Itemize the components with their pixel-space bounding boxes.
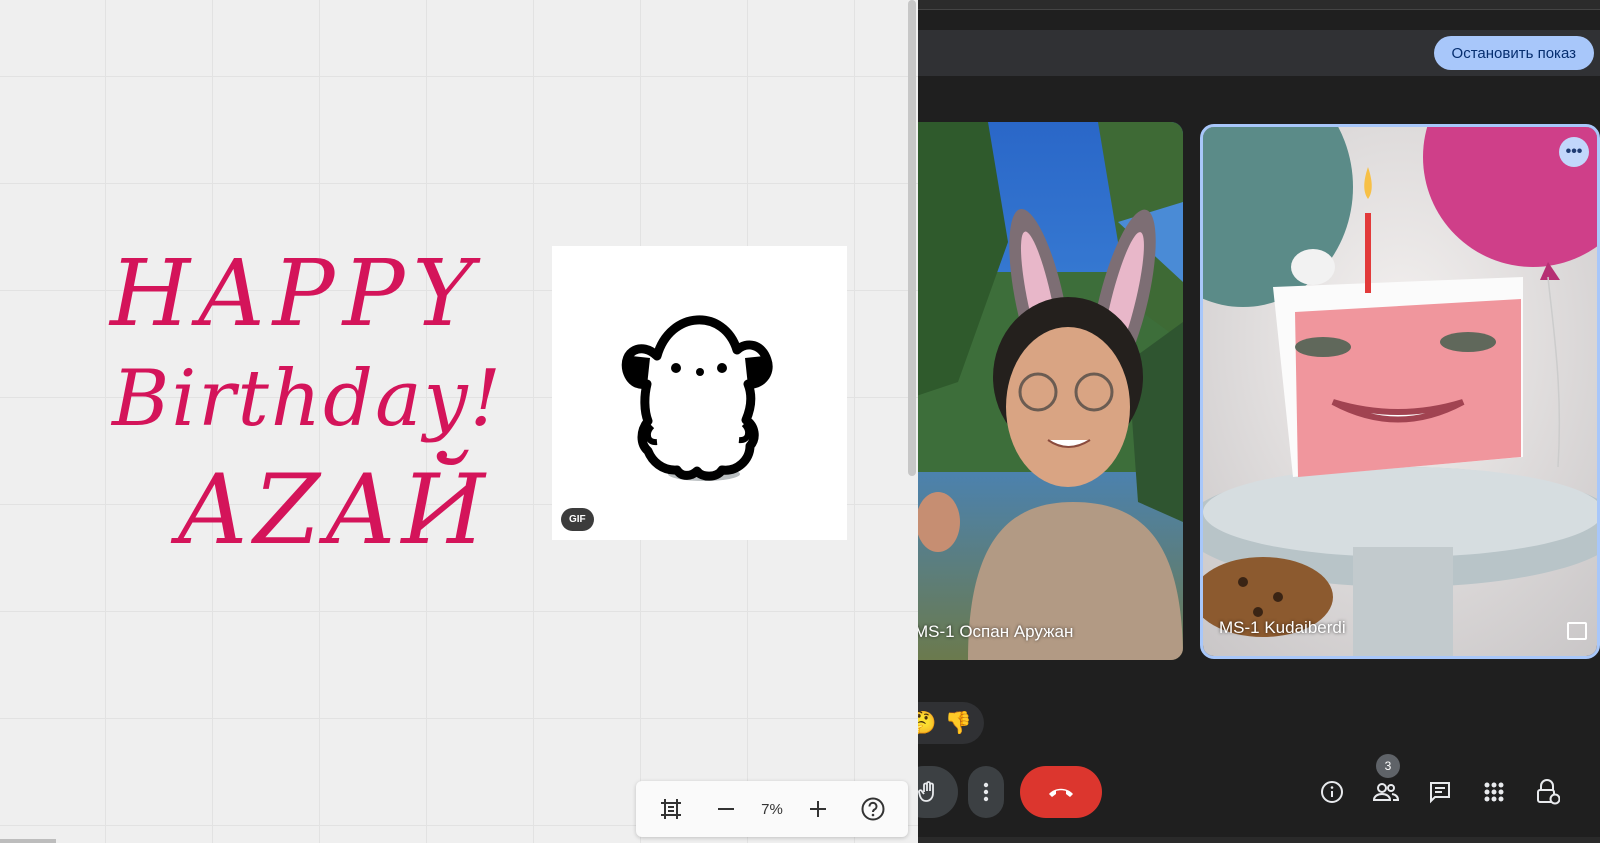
horizontal-scrollbar[interactable] [0, 839, 56, 843]
greeting-line-3: AZAЙ [170, 450, 491, 566]
screen: HAPPY Birthday! AZAЙ GIF 7% Остановить п… [0, 0, 1600, 843]
more-options-icon[interactable]: ••• [1559, 137, 1589, 167]
raise-hand-button[interactable] [918, 766, 958, 818]
frame-icon[interactable] [651, 789, 691, 829]
participant-video [1203, 127, 1597, 656]
hand-icon [918, 781, 934, 802]
thinking-reaction-icon[interactable]: 🤔 [918, 710, 937, 736]
greeting-line-2: Birthday! [110, 354, 500, 444]
minus-icon[interactable] [706, 789, 746, 829]
host-controls-icon[interactable] [1528, 772, 1568, 812]
people-icon[interactable]: 3 [1366, 754, 1406, 812]
presentation-bar: Остановить показ [918, 30, 1600, 76]
reactions-bar: 🤔 👎 [918, 702, 984, 744]
gif-badge: GIF [561, 508, 594, 531]
end-call-button[interactable] [1020, 766, 1102, 818]
meet-panel: Остановить показ MS-1 Оспан Аружан ••• M… [918, 0, 1600, 843]
more-vert-icon [983, 782, 989, 802]
thumbs-down-reaction-icon[interactable]: 👎 [945, 710, 972, 736]
zoom-toolbar: 7% [636, 781, 908, 837]
plus-icon[interactable] [798, 789, 838, 829]
more-options-button[interactable] [968, 766, 1004, 818]
stop-presenting-button[interactable]: Остановить показ [1433, 36, 1594, 70]
help-icon[interactable] [853, 789, 893, 829]
bottom-strip [918, 837, 1600, 843]
call-controls: 3 [918, 754, 1600, 826]
top-bar [918, 0, 1600, 10]
puppy-illustration [621, 315, 773, 481]
participant-tile[interactable]: MS-1 Оспан Аружан [918, 122, 1183, 660]
people-count-badge: 3 [1376, 754, 1400, 778]
participant-name: MS-1 Kudaiberdi [1219, 618, 1346, 637]
vertical-scrollbar[interactable] [908, 0, 916, 476]
whiteboard-canvas[interactable]: HAPPY Birthday! AZAЙ GIF 7% [0, 0, 918, 843]
info-icon[interactable] [1312, 772, 1352, 812]
picture-in-picture-icon[interactable] [1567, 622, 1587, 640]
participant-video [918, 122, 1183, 660]
phone-hangup-icon [1049, 788, 1073, 797]
handwritten-greeting: HAPPY Birthday! AZAЙ [108, 240, 500, 566]
zoom-level: 7% [761, 800, 783, 818]
participant-tile-active[interactable]: ••• MS-1 Kudaiberdi [1200, 124, 1600, 659]
activities-icon[interactable] [1474, 772, 1514, 812]
gif-sticker[interactable]: GIF [552, 246, 847, 540]
greeting-line-1: HAPPY [108, 240, 481, 347]
participant-name: MS-1 Оспан Аружан [918, 622, 1074, 641]
chat-icon[interactable] [1420, 772, 1460, 812]
